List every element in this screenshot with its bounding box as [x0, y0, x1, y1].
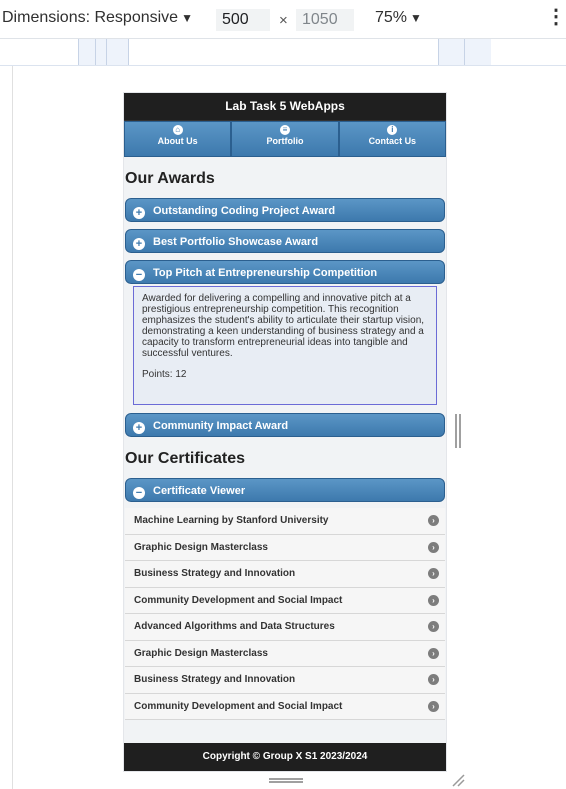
app-footer: Copyright © Group X S1 2023/2024	[124, 743, 446, 771]
media-query-ruler	[0, 39, 566, 66]
certificate-label: Graphic Design Masterclass	[134, 647, 268, 659]
navbar: ⌂ About Us ≡ Portfolio i Contact Us	[124, 121, 446, 157]
chevron-right-icon: ›	[428, 594, 439, 606]
list-item[interactable]: Advanced Algorithms and Data Structures ›	[125, 614, 445, 641]
ruler-segment[interactable]	[95, 39, 106, 65]
certificate-label: Business Strategy and Innovation	[134, 568, 296, 579]
resize-handle-right[interactable]	[455, 414, 461, 448]
award-description: Awarded for delivering a compelling and …	[142, 293, 425, 359]
chevron-down-icon: ▼	[181, 11, 193, 25]
chevron-right-icon: ›	[428, 674, 439, 685]
certificate-label: Advanced Algorithms and Data Structures	[134, 621, 335, 632]
chevron-right-icon: ›	[428, 621, 439, 632]
certificate-viewer-collapsible[interactable]: − Certificate Viewer	[125, 478, 445, 502]
chevron-right-icon: ›	[428, 700, 439, 712]
list-item[interactable]: Graphic Design Masterclass ›	[125, 640, 445, 667]
height-input[interactable]: 1050	[296, 9, 354, 31]
ruler-segment[interactable]	[438, 39, 465, 65]
zoom-dropdown[interactable]: 75% ▼	[375, 9, 422, 27]
list-item[interactable]: Graphic Design Masterclass ›	[125, 534, 445, 561]
chevron-right-icon: ›	[428, 541, 439, 553]
chevron-right-icon: ›	[428, 568, 439, 579]
award-title: Community Impact Award	[153, 420, 289, 432]
list-item[interactable]: Community Development and Social Impact ›	[125, 587, 445, 614]
nav-contact-us[interactable]: i Contact Us	[338, 121, 446, 157]
list-item[interactable]: Community Development and Social Impact ›	[125, 693, 445, 720]
width-input[interactable]: 500	[216, 9, 270, 31]
plus-icon: +	[133, 207, 145, 219]
dimensions-dropdown[interactable]: Dimensions: Responsive ▼	[2, 9, 193, 27]
certificate-viewer-title: Certificate Viewer	[153, 485, 246, 497]
grid-icon: ≡	[279, 125, 290, 135]
list-item[interactable]: Business Strategy and Innovation ›	[125, 561, 445, 588]
resize-handle-bottom[interactable]	[269, 778, 303, 783]
award-points: Points: 12	[142, 369, 187, 380]
awards-heading: Our Awards	[125, 170, 215, 187]
nav-label: About Us	[157, 136, 198, 146]
chevron-right-icon: ›	[428, 515, 439, 526]
resize-corner-icon[interactable]	[451, 773, 465, 787]
nav-about-us[interactable]: ⌂ About Us	[124, 121, 232, 157]
dimensions-label: Dimensions: Responsive	[2, 9, 179, 26]
ruler-segment[interactable]	[128, 39, 439, 65]
award-title: Best Portfolio Showcase Award	[153, 236, 319, 248]
certificate-label: Machine Learning by Stanford University	[134, 515, 329, 526]
home-icon: ⌂	[172, 125, 183, 135]
chevron-right-icon: ›	[428, 647, 439, 659]
nav-label: Contact Us	[368, 136, 417, 146]
viewport-edge	[12, 66, 13, 789]
award-collapsible[interactable]: + Best Portfolio Showcase Award	[125, 229, 445, 253]
certificate-list: Machine Learning by Stanford University ›…	[125, 508, 445, 720]
ruler-segment[interactable]	[106, 39, 129, 65]
more-options-icon[interactable]: ⋮	[546, 7, 566, 27]
certificate-label: Business Strategy and Innovation	[134, 674, 296, 685]
plus-icon: +	[133, 238, 145, 250]
ruler-segment[interactable]	[464, 39, 491, 65]
zoom-value: 75%	[375, 9, 408, 26]
chevron-down-icon: ▼	[410, 11, 422, 25]
times-sign: ×	[279, 12, 288, 29]
devtools-toolbar: Dimensions: Responsive ▼ 500 × 1050 75% ▼ …	[0, 0, 566, 39]
award-title: Top Pitch at Entrepreneurship Competitio…	[153, 267, 378, 279]
plus-icon: +	[133, 422, 145, 434]
minus-icon: −	[133, 269, 145, 281]
device-viewport: Lab Task 5 WebApps ⌂ About Us ≡ Portfoli…	[123, 92, 447, 772]
nav-portfolio[interactable]: ≡ Portfolio	[231, 121, 339, 157]
award-collapsible[interactable]: + Outstanding Coding Project Award	[125, 198, 445, 222]
award-details-panel: Awarded for delivering a compelling and …	[133, 286, 437, 405]
app-header: Lab Task 5 WebApps	[124, 93, 446, 121]
certificate-label: Graphic Design Masterclass	[134, 541, 268, 553]
certificate-label: Community Development and Social Impact	[134, 700, 343, 712]
certificate-label: Community Development and Social Impact	[134, 594, 343, 606]
certificates-heading: Our Certificates	[125, 450, 246, 467]
list-item[interactable]: Business Strategy and Innovation ›	[125, 667, 445, 694]
award-title: Outstanding Coding Project Award	[153, 205, 336, 217]
minus-icon: −	[133, 487, 145, 499]
info-icon: i	[387, 125, 398, 135]
award-collapsible[interactable]: + Community Impact Award	[125, 413, 445, 437]
list-item[interactable]: Machine Learning by Stanford University ›	[125, 508, 445, 535]
award-collapsible-expanded[interactable]: − Top Pitch at Entrepreneurship Competiti…	[125, 260, 445, 284]
nav-label: Portfolio	[266, 136, 304, 146]
